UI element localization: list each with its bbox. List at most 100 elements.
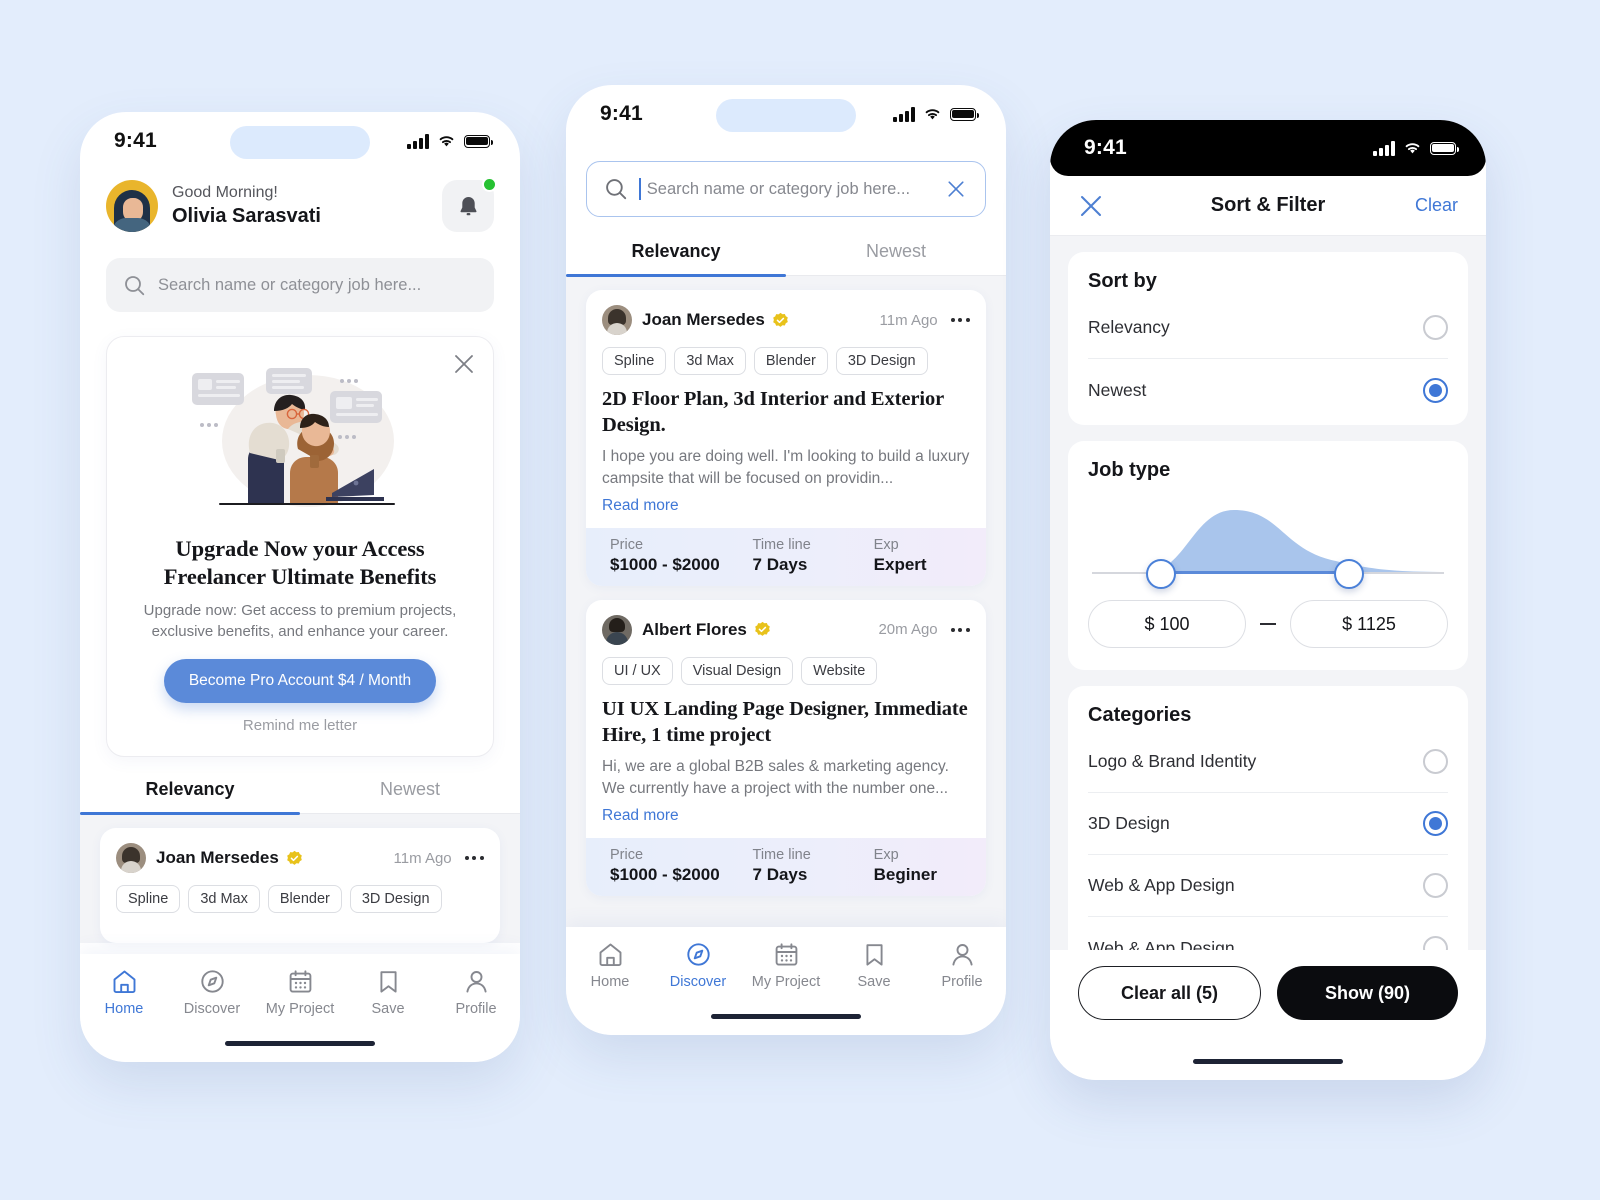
tab-relevancy[interactable]: Relevancy — [566, 241, 786, 277]
job-options-icon[interactable] — [464, 856, 484, 861]
tab-newest[interactable]: Newest — [300, 779, 520, 813]
sort-option-newest[interactable]: Newest — [1088, 359, 1448, 421]
tab-relevancy[interactable]: Relevancy — [80, 779, 300, 815]
section-heading: Sort by — [1088, 270, 1157, 292]
radio-button[interactable] — [1423, 315, 1448, 340]
tag-chip[interactable]: Spline — [116, 885, 181, 914]
nav-item-home[interactable]: Home — [80, 968, 168, 1017]
price-range-slider[interactable] — [1088, 486, 1448, 596]
battery-icon — [464, 134, 494, 148]
tag-chip[interactable]: 3D Design — [349, 885, 442, 914]
meta-experience: Exp Expert — [874, 537, 962, 575]
tag-chip[interactable]: Blender — [267, 885, 342, 914]
job-title: UI UX Landing Page Designer, Immediate H… — [602, 697, 968, 746]
tab-newest[interactable]: Newest — [786, 241, 1006, 275]
nav-item-save[interactable]: Save — [830, 941, 918, 990]
meta-timeline: Time line 7 Days — [753, 847, 874, 885]
nav-label: Profile — [941, 974, 983, 990]
slider-handle-max[interactable] — [1334, 559, 1364, 589]
nav-item-profile[interactable]: Profile — [432, 968, 520, 1017]
section-heading: Job type — [1088, 459, 1171, 481]
meta-label: Price — [610, 536, 644, 553]
tag-chip[interactable]: 3D Design — [835, 347, 928, 375]
search-input[interactable]: Search name or category job here... — [106, 258, 494, 312]
job-description: Hi, we are a global B2B sales & marketin… — [602, 757, 949, 797]
nav-label: My Project — [265, 1001, 335, 1017]
job-tags: Spline 3d Max Blender 3D Design — [602, 347, 970, 375]
job-card[interactable]: Albert Flores 20m Ago UI / UX Visual Des… — [586, 599, 986, 896]
price-inputs: $ 100 $ 1125 — [1088, 596, 1448, 666]
meta-price: Price $1000 - $2000 — [610, 537, 753, 575]
nav-item-save[interactable]: Save — [344, 968, 432, 1017]
feed-tabs: Relevancy Newest — [80, 779, 520, 815]
category-option-web-app-design[interactable]: Web & App Design — [1088, 855, 1448, 917]
become-pro-button[interactable]: Become Pro Account $4 / Month — [164, 659, 436, 704]
read-more-link[interactable]: Read more — [602, 807, 970, 825]
upgrade-subtitle: Upgrade now: Get access to premium proje… — [143, 601, 457, 641]
job-card[interactable]: Joan Mersedes 11m Ago Spline 3d Max Blen… — [100, 828, 500, 944]
user-avatar[interactable] — [106, 180, 158, 232]
radio-button-selected[interactable] — [1423, 377, 1448, 403]
job-tags: Spline 3d Max Blender 3D Design — [116, 885, 484, 914]
job-poster-name: Joan Mersedes — [642, 310, 765, 329]
tag-chip[interactable]: Website — [801, 656, 878, 685]
meta-label: Exp — [873, 846, 899, 863]
nav-item-home[interactable]: Home — [566, 941, 654, 990]
clear-link[interactable]: Clear — [1415, 195, 1458, 216]
tag-chip[interactable]: Visual Design — [680, 656, 794, 685]
nav-label: Save — [371, 1001, 405, 1017]
verified-badge-icon — [773, 312, 788, 327]
job-post-time: 20m Ago — [878, 621, 938, 639]
radio-button[interactable] — [1423, 749, 1448, 774]
section-heading: Categories — [1088, 704, 1192, 726]
tag-chip[interactable]: UI / UX — [602, 656, 673, 685]
slider-handle-min[interactable] — [1146, 559, 1176, 589]
job-options-icon[interactable] — [950, 317, 970, 323]
upgrade-card: Upgrade Now your Access Freelancer Ultim… — [106, 336, 494, 758]
job-tags: UI / UX Visual Design Website — [602, 656, 970, 685]
notifications-button[interactable] — [442, 177, 497, 232]
category-option-3d-design[interactable]: 3D Design — [1088, 793, 1448, 855]
search-input-active[interactable]: Search name or category job here... — [586, 161, 986, 217]
tag-chip[interactable]: 3d Max — [674, 347, 746, 375]
meta-timeline: Time line 7 Days — [753, 537, 874, 575]
show-results-button[interactable]: Show (90) — [1277, 966, 1458, 1020]
search-placeholder: Search name or category job here... — [646, 179, 911, 198]
nav-item-discover[interactable]: Discover — [654, 941, 742, 990]
nav-item-my-project[interactable]: My Project — [256, 968, 344, 1017]
nav-item-profile[interactable]: Profile — [918, 941, 1006, 990]
close-icon[interactable] — [1078, 193, 1104, 219]
sort-by-section: Sort by Relevancy Newest — [1068, 252, 1468, 425]
job-card[interactable]: Joan Mersedes 11m Ago Spline 3d Max Blen… — [586, 290, 986, 586]
radio-button-selected[interactable] — [1423, 811, 1448, 836]
sort-option-relevancy[interactable]: Relevancy — [1088, 297, 1448, 359]
greeting-text: Good Morning! — [172, 184, 278, 201]
read-more-link[interactable]: Read more — [602, 497, 970, 515]
job-options-icon[interactable] — [950, 627, 970, 633]
meta-label: Time line — [752, 846, 811, 863]
nav-label: Profile — [455, 1001, 497, 1017]
nav-item-discover[interactable]: Discover — [168, 968, 256, 1017]
nav-item-my-project[interactable]: My Project — [742, 941, 830, 990]
tag-chip[interactable]: 3d Max — [188, 885, 260, 914]
home-header: Good Morning! Olivia Sarasvati — [80, 170, 520, 232]
avatar — [116, 843, 146, 874]
meta-experience: Exp Beginer — [874, 847, 962, 885]
radio-button[interactable] — [1423, 873, 1448, 898]
home-indicator — [1193, 1058, 1343, 1064]
battery-icon — [950, 107, 980, 121]
meta-value: $1000 - $2000 — [610, 864, 720, 884]
min-price-input[interactable]: $ 100 — [1088, 600, 1246, 648]
bookmark-icon — [379, 971, 397, 993]
clear-search-icon[interactable] — [945, 178, 967, 200]
job-description: I hope you are doing well. I'm looking t… — [602, 447, 970, 487]
remind-later-link[interactable]: Remind me letter — [127, 717, 473, 734]
tag-chip[interactable]: Spline — [602, 347, 667, 375]
clear-all-button[interactable]: Clear all (5) — [1078, 966, 1261, 1020]
tag-chip[interactable]: Blender — [753, 347, 828, 375]
category-option-logo-brand-identity[interactable]: Logo & Brand Identity — [1088, 731, 1448, 793]
status-time: 9:41 — [600, 102, 643, 125]
max-price-input[interactable]: $ 1125 — [1290, 600, 1448, 648]
slider-track-fill — [1160, 571, 1350, 574]
search-icon — [606, 179, 627, 200]
